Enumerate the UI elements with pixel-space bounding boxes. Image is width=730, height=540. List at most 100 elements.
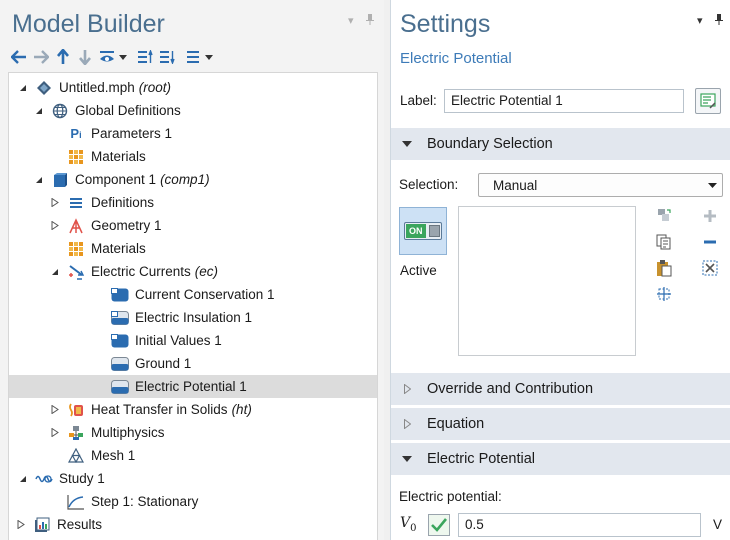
tree-node-label: Heat Transfer in Solids (91, 402, 228, 417)
study-icon (35, 470, 53, 488)
show-dropdown-caret-icon[interactable] (118, 46, 128, 68)
section-title: Override and Contribution (427, 381, 594, 397)
tree-node-parameters[interactable]: Pi Parameters 1 (9, 122, 377, 145)
zoom-to-selection-icon[interactable] (654, 284, 674, 304)
electric-potential-caption: Electric potential: (399, 489, 502, 504)
pin-icon[interactable] (715, 14, 723, 28)
clear-selection-icon[interactable] (700, 258, 720, 278)
materials-icon (67, 240, 85, 258)
tree-node-global-materials[interactable]: Materials (9, 145, 377, 168)
boundary-selection-section-header[interactable]: Boundary Selection (391, 128, 730, 160)
collapsed-arrow-icon (401, 384, 413, 394)
tree-node-root[interactable]: Untitled.mph (root) (9, 76, 377, 99)
clipboard-icon[interactable] (654, 258, 674, 278)
tree-node-component[interactable]: Component 1 (comp1) (9, 168, 377, 191)
materials-icon (67, 148, 85, 166)
component-cube-icon (51, 171, 69, 189)
boundary-selection-list[interactable] (458, 206, 636, 356)
tree-node-label: Electric Insulation 1 (135, 310, 253, 325)
v0-symbol: V0 (400, 515, 417, 534)
tree-node-label: Untitled.mph (59, 80, 135, 95)
remove-from-selection-icon[interactable] (700, 232, 720, 252)
label-caption: Label: (400, 93, 437, 108)
tree-node-label: Electric Potential 1 (135, 379, 247, 394)
collapsed-triangle-icon[interactable] (15, 519, 27, 531)
section-title: Boundary Selection (427, 136, 553, 152)
expanded-arrow-icon (401, 456, 413, 462)
tree-node-multiphysics[interactable]: Multiphysics (9, 421, 377, 444)
collapsed-triangle-icon[interactable] (49, 220, 61, 232)
tree-node-electric-insulation[interactable]: Electric Insulation 1 (9, 306, 377, 329)
edit-node-properties-button[interactable] (695, 88, 721, 114)
tree-node-label: Global Definitions (75, 103, 181, 118)
move-up-icon[interactable] (52, 46, 74, 68)
expanded-triangle-icon[interactable] (49, 266, 61, 278)
collapsed-triangle-icon[interactable] (49, 197, 61, 209)
move-down-icon[interactable] (74, 46, 96, 68)
tree-node-label: Step 1: Stationary (91, 494, 199, 509)
tree-node-heat-transfer[interactable]: Heat Transfer in Solids (ht) (9, 398, 377, 421)
tree-node-label: Current Conservation 1 (135, 287, 275, 302)
expanded-triangle-icon[interactable] (17, 473, 29, 485)
tree-node-label: Electric Currents (91, 264, 191, 279)
settings-title: Settings (400, 10, 491, 38)
selection-caption: Selection: (399, 177, 459, 192)
collapsed-arrow-icon (401, 419, 413, 429)
electric-currents-icon (67, 263, 85, 281)
tree-node-component-materials[interactable]: Materials (9, 237, 377, 260)
settings-subtitle: Electric Potential (400, 50, 512, 67)
tree-node-label: Materials (91, 241, 146, 256)
tree-node-initial-values[interactable]: Initial Values 1 (9, 329, 377, 352)
model-builder-pane: Model Builder ▾ Untitled.mph (root) Glob… (0, 0, 384, 540)
tree-node-label: Initial Values 1 (135, 333, 222, 348)
pin-icon[interactable] (366, 14, 374, 28)
electric-potential-input[interactable]: 0.5 (458, 513, 701, 537)
show-icon[interactable] (96, 46, 118, 68)
electric-potential-section-header[interactable]: Electric Potential (391, 443, 730, 475)
electric-potential-unit: V (713, 517, 723, 532)
copy-selection-icon[interactable] (654, 232, 674, 252)
forward-arrow-icon[interactable] (30, 46, 52, 68)
expression-check-icon[interactable] (428, 514, 450, 536)
tree-node-electric-potential[interactable]: Electric Potential 1 (9, 375, 377, 398)
tree-node-results[interactable]: Results (9, 513, 377, 536)
expanded-triangle-icon[interactable] (33, 105, 45, 117)
selection-dropdown[interactable]: Manual (478, 173, 723, 197)
toggle-on-text: ON (406, 224, 426, 238)
expanded-triangle-icon[interactable] (33, 174, 45, 186)
section-title: Electric Potential (427, 451, 535, 467)
expanded-triangle-icon[interactable] (17, 82, 29, 94)
pane-menu-caret-icon[interactable]: ▾ (697, 14, 703, 27)
paste-selection-icon[interactable] (654, 205, 674, 225)
chevron-down-icon (702, 182, 722, 188)
override-contribution-section-header[interactable]: Override and Contribution (391, 373, 730, 405)
active-toggle-button[interactable]: ON (399, 207, 447, 255)
pane-menu-caret-icon[interactable]: ▾ (348, 14, 354, 27)
label-input[interactable]: Electric Potential 1 (444, 89, 684, 113)
tree-node-geometry[interactable]: Geometry 1 (9, 214, 377, 237)
expand-sections-icon[interactable] (134, 46, 156, 68)
tree-node-definitions[interactable]: Definitions (9, 191, 377, 214)
tree-node-global-definitions[interactable]: Global Definitions (9, 99, 377, 122)
back-arrow-icon[interactable] (8, 46, 30, 68)
tree-node-study-step[interactable]: Step 1: Stationary (9, 490, 377, 513)
tree-node-study[interactable]: Study 1 (9, 467, 377, 490)
equation-section-header[interactable]: Equation (391, 408, 730, 440)
boundary-condition-icon (111, 355, 129, 373)
collapse-sections-icon[interactable] (156, 46, 178, 68)
tree-node-electric-currents[interactable]: Electric Currents (ec) (9, 260, 377, 283)
active-label: Active (400, 263, 437, 278)
tree-node-label: Multiphysics (91, 425, 165, 440)
list-view-icon[interactable] (182, 46, 204, 68)
model-builder-toolbar (8, 44, 214, 70)
tree-node-label: Study 1 (59, 471, 105, 486)
tree-node-mesh[interactable]: Mesh 1 (9, 444, 377, 467)
selection-dropdown-value: Manual (493, 177, 538, 193)
collapsed-triangle-icon[interactable] (49, 427, 61, 439)
tree-node-ground[interactable]: Ground 1 (9, 352, 377, 375)
domain-feature-icon (111, 286, 129, 304)
tree-node-current-conservation[interactable]: Current Conservation 1 (9, 283, 377, 306)
add-to-selection-icon[interactable] (700, 206, 720, 226)
list-view-dropdown-caret-icon[interactable] (204, 46, 214, 68)
collapsed-triangle-icon[interactable] (49, 404, 61, 416)
